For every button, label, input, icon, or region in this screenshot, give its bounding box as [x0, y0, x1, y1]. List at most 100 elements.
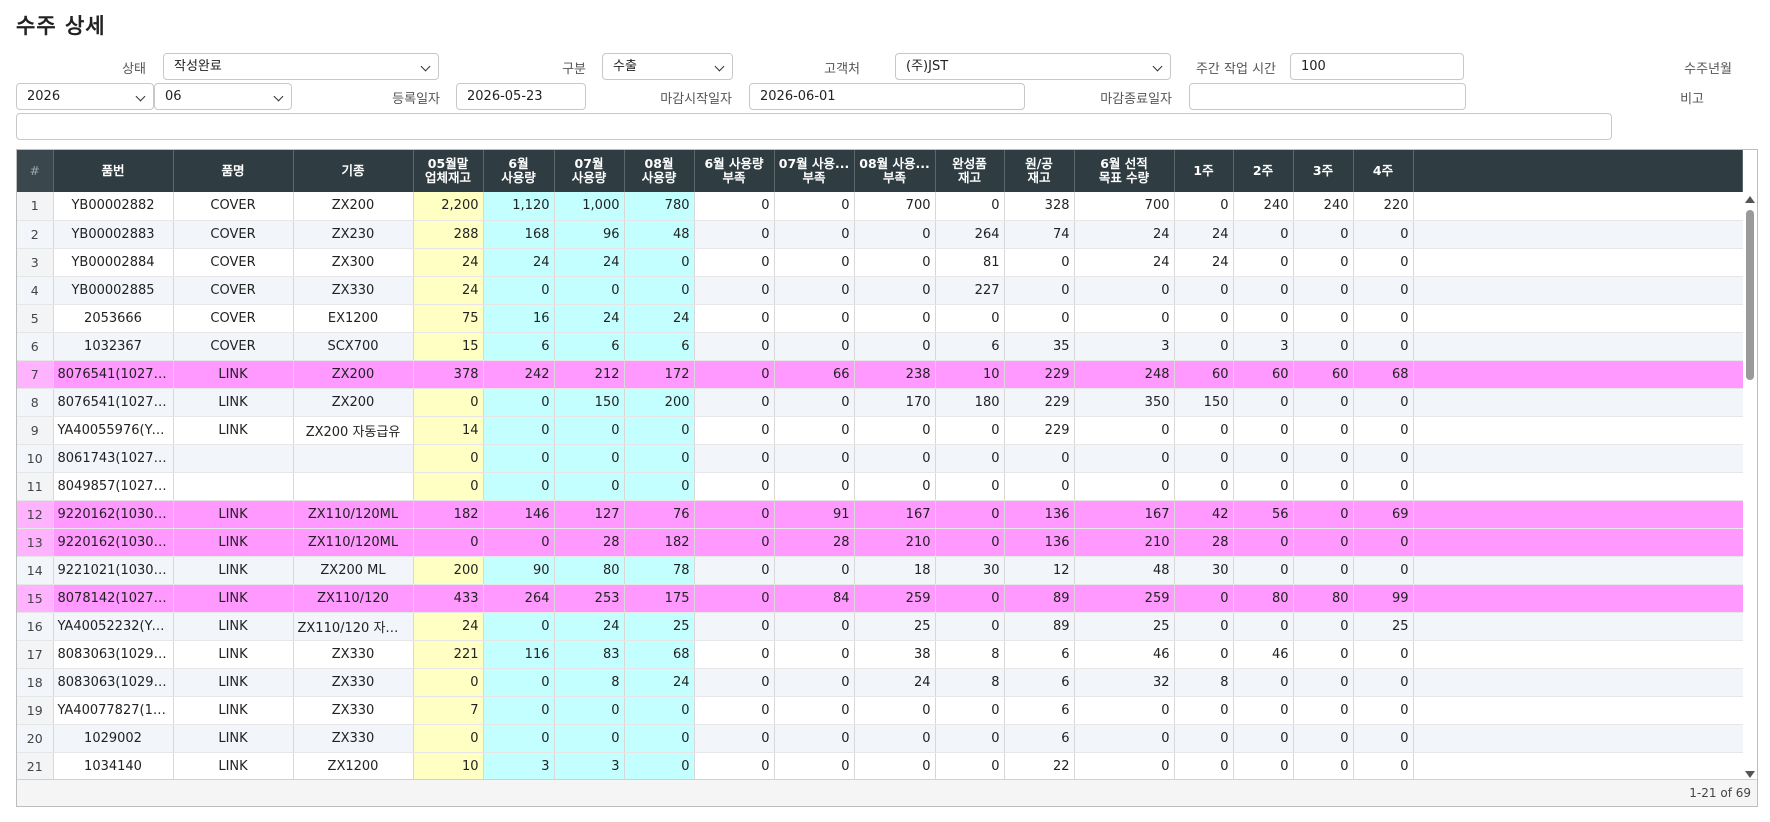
- row-number-cell[interactable]: 14: [17, 556, 54, 585]
- part-no-cell[interactable]: YB00002882: [53, 192, 174, 221]
- value-cell[interactable]: 167: [854, 500, 936, 529]
- value-cell[interactable]: 0: [774, 724, 855, 753]
- value-cell[interactable]: 0: [1074, 444, 1175, 473]
- value-cell[interactable]: 0: [413, 528, 484, 557]
- part-name-cell[interactable]: COVER: [173, 332, 294, 361]
- value-cell[interactable]: 0: [1233, 724, 1294, 753]
- scroll-up-icon[interactable]: [1745, 196, 1755, 203]
- value-cell[interactable]: 700: [1074, 192, 1175, 221]
- value-cell[interactable]: 220: [1353, 192, 1414, 221]
- model-cell[interactable]: ZX300: [293, 248, 414, 277]
- row-number-cell[interactable]: 7: [17, 360, 54, 389]
- value-cell[interactable]: 0: [1233, 388, 1294, 417]
- value-cell[interactable]: 0: [774, 332, 855, 361]
- value-cell[interactable]: 0: [1174, 304, 1234, 333]
- value-cell[interactable]: 0: [1174, 612, 1234, 641]
- value-cell[interactable]: 0: [1074, 696, 1175, 725]
- value-cell[interactable]: 0: [774, 276, 855, 305]
- value-cell[interactable]: 66: [774, 360, 855, 389]
- value-cell[interactable]: 0: [1174, 416, 1234, 445]
- part-name-cell[interactable]: [173, 472, 294, 501]
- value-cell[interactable]: 0: [554, 416, 625, 445]
- column-header[interactable]: 품번: [53, 150, 174, 192]
- part-name-cell[interactable]: [173, 444, 294, 473]
- value-cell[interactable]: 60: [1293, 360, 1354, 389]
- value-cell[interactable]: 3: [483, 752, 555, 781]
- value-cell[interactable]: 24: [483, 248, 555, 277]
- month-select[interactable]: 06: [154, 83, 292, 110]
- row-number-cell[interactable]: 15: [17, 584, 54, 613]
- model-cell[interactable]: ZX330: [293, 724, 414, 753]
- value-cell[interactable]: 0: [624, 416, 695, 445]
- value-cell[interactable]: 0: [694, 472, 775, 501]
- value-cell[interactable]: 16: [483, 304, 555, 333]
- value-cell[interactable]: 24: [554, 612, 625, 641]
- value-cell[interactable]: 48: [624, 220, 695, 249]
- value-cell[interactable]: 60: [1174, 360, 1234, 389]
- value-cell[interactable]: 180: [935, 388, 1005, 417]
- value-cell[interactable]: 0: [694, 360, 775, 389]
- value-cell[interactable]: 0: [1293, 696, 1354, 725]
- value-cell[interactable]: 0: [483, 416, 555, 445]
- part-name-cell[interactable]: LINK: [173, 696, 294, 725]
- value-cell[interactable]: 0: [854, 220, 936, 249]
- part-name-cell[interactable]: LINK: [173, 752, 294, 781]
- model-cell[interactable]: ZX330: [293, 276, 414, 305]
- value-cell[interactable]: 80: [1233, 584, 1294, 613]
- value-cell[interactable]: 0: [483, 388, 555, 417]
- value-cell[interactable]: 0: [624, 472, 695, 501]
- value-cell[interactable]: 24: [413, 276, 484, 305]
- value-cell[interactable]: 0: [935, 752, 1005, 781]
- value-cell[interactable]: 89: [1004, 584, 1075, 613]
- value-cell[interactable]: 0: [774, 304, 855, 333]
- value-cell[interactable]: 2,200: [413, 192, 484, 221]
- value-cell[interactable]: 0: [854, 416, 936, 445]
- part-no-cell[interactable]: 8083063(1029002): [53, 640, 174, 669]
- value-cell[interactable]: 136: [1004, 500, 1075, 529]
- value-cell[interactable]: 0: [1353, 220, 1414, 249]
- column-header[interactable]: 4주: [1353, 150, 1414, 192]
- vertical-scrollbar[interactable]: [1745, 194, 1755, 780]
- value-cell[interactable]: 12: [1004, 556, 1075, 585]
- value-cell[interactable]: 10: [935, 360, 1005, 389]
- row-number-cell[interactable]: 16: [17, 612, 54, 641]
- table-row[interactable]: 13 9220162(103084... LINK ZX110/120ML 0 0 28 18…: [17, 528, 1743, 557]
- value-cell[interactable]: 146: [483, 500, 555, 529]
- value-cell[interactable]: 0: [854, 724, 936, 753]
- value-cell[interactable]: 24: [1174, 220, 1234, 249]
- row-number-cell[interactable]: 6: [17, 332, 54, 361]
- value-cell[interactable]: 99: [1353, 584, 1414, 613]
- row-number-cell[interactable]: 20: [17, 724, 54, 753]
- part-name-cell[interactable]: LINK: [173, 724, 294, 753]
- value-cell[interactable]: 3: [1074, 332, 1175, 361]
- value-cell[interactable]: 288: [413, 220, 484, 249]
- value-cell[interactable]: 378: [413, 360, 484, 389]
- value-cell[interactable]: 0: [1353, 332, 1414, 361]
- table-row[interactable]: 10 8061743(1027222) 0 0 0 0 0 0 0 0 0 0 0 0 0 0: [17, 444, 1743, 473]
- row-number-cell[interactable]: 13: [17, 528, 54, 557]
- value-cell[interactable]: 0: [1293, 220, 1354, 249]
- value-cell[interactable]: 0: [854, 304, 936, 333]
- model-cell[interactable]: ZX110/120ML: [293, 528, 414, 557]
- value-cell[interactable]: 264: [935, 220, 1005, 249]
- row-number-cell[interactable]: 5: [17, 304, 54, 333]
- value-cell[interactable]: 0: [483, 472, 555, 501]
- value-cell[interactable]: 14: [413, 416, 484, 445]
- part-no-cell[interactable]: YB00002883: [53, 220, 174, 249]
- value-cell[interactable]: 0: [854, 444, 936, 473]
- value-cell[interactable]: 0: [694, 304, 775, 333]
- value-cell[interactable]: 0: [554, 472, 625, 501]
- model-cell[interactable]: ZX200: [293, 192, 414, 221]
- value-cell[interactable]: 0: [1293, 332, 1354, 361]
- value-cell[interactable]: 182: [624, 528, 695, 557]
- value-cell[interactable]: 0: [935, 304, 1005, 333]
- row-number-cell[interactable]: 10: [17, 444, 54, 473]
- column-header[interactable]: 원/공 재고: [1004, 150, 1075, 192]
- value-cell[interactable]: 227: [935, 276, 1005, 305]
- value-cell[interactable]: 700: [854, 192, 936, 221]
- value-cell[interactable]: 0: [1233, 248, 1294, 277]
- part-name-cell[interactable]: LINK: [173, 416, 294, 445]
- column-header[interactable]: 1주: [1174, 150, 1234, 192]
- column-header[interactable]: 품명: [173, 150, 294, 192]
- value-cell[interactable]: 0: [1004, 276, 1075, 305]
